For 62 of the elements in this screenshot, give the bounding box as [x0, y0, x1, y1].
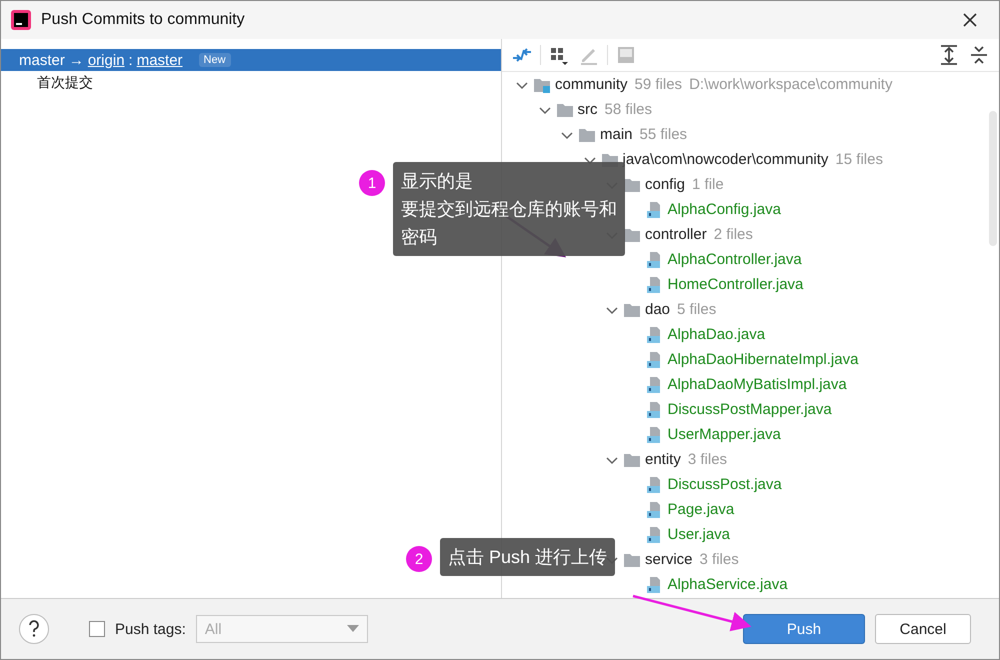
module-folder-icon [533, 76, 551, 92]
folder-name[interactable]: service [645, 551, 693, 568]
arrow-text: → [68, 52, 84, 68]
file-count: 5 files [677, 301, 716, 318]
folder-icon [578, 126, 596, 142]
file-count: 15 files [835, 151, 883, 168]
file-name[interactable]: AlphaConfig.java [668, 201, 781, 218]
help-button[interactable] [19, 614, 49, 644]
local-branch: master [19, 52, 65, 68]
cancel-button[interactable]: Cancel [875, 614, 971, 644]
file-count: 2 files [714, 226, 753, 243]
file-name[interactable]: AlphaDaoMyBatisImpl.java [668, 376, 847, 393]
folder-icon [623, 552, 641, 568]
checkbox[interactable] [89, 621, 105, 637]
folder-path: D:\work\workspace\community [689, 76, 892, 93]
file-count: 55 files [640, 126, 688, 143]
file-name[interactable]: AlphaController.java [668, 251, 802, 268]
scrollbar[interactable] [989, 111, 997, 246]
separator-text: : [128, 52, 133, 68]
folder-name[interactable]: entity [645, 451, 681, 468]
help-icon [27, 620, 41, 638]
folder-name[interactable]: main [600, 126, 633, 143]
branch-row[interactable]: master → origin : master New [1, 49, 501, 71]
folder-name[interactable]: dao [645, 301, 670, 318]
file-count: 59 files [634, 76, 682, 93]
folder-name[interactable]: java\com\nowcoder\community [622, 151, 828, 168]
file-name[interactable]: AlphaDaoHibernateImpl.java [668, 351, 858, 368]
folder-icon [623, 452, 641, 468]
file-count: 1 file [692, 176, 724, 193]
file-name[interactable]: Page.java [668, 501, 734, 518]
file-count: 3 files [688, 451, 728, 468]
annotation-tooltip: 点击 Push 进行上传 [440, 538, 616, 576]
file-name[interactable]: DiscussPost.java [668, 476, 782, 493]
folder-name[interactable]: src [578, 101, 598, 118]
checkbox-label: Push tags: [115, 620, 186, 638]
file-name[interactable]: UserMapper.java [668, 426, 781, 443]
file-name[interactable]: HomeController.java [668, 276, 804, 293]
folder-name[interactable]: community [555, 76, 628, 93]
close-icon[interactable] [961, 11, 979, 29]
remote-link[interactable]: origin [88, 52, 125, 68]
app-logo-icon [11, 10, 31, 30]
folder-icon [556, 102, 574, 118]
folder-name[interactable]: config [645, 176, 686, 193]
file-name[interactable]: User.java [668, 526, 730, 543]
file-name[interactable]: AlphaService.java [668, 576, 788, 593]
folder-icon [623, 226, 641, 242]
new-badge: New [198, 53, 231, 67]
folder-icon [623, 176, 641, 192]
file-name[interactable]: AlphaDao.java [668, 326, 766, 343]
commit-row[interactable]: 首次提交 [1, 71, 501, 95]
dropdown-caret-icon [346, 625, 359, 633]
folder-name[interactable]: controller [645, 226, 707, 243]
annotation-tooltip: 显示的是 要提交到远程仓库的账号和 密码 [393, 162, 625, 256]
step-number: 2 [406, 546, 432, 572]
file-count: 3 files [700, 551, 739, 568]
remote-branch-link[interactable]: master [136, 52, 183, 68]
folder-icon [623, 302, 641, 318]
window-title: Push Commits to community [41, 11, 246, 29]
file-name[interactable]: DiscussPostMapper.java [668, 401, 832, 418]
push-button[interactable]: Push [743, 614, 865, 644]
file-count: 58 files [604, 101, 652, 118]
step-number: 1 [359, 170, 385, 196]
